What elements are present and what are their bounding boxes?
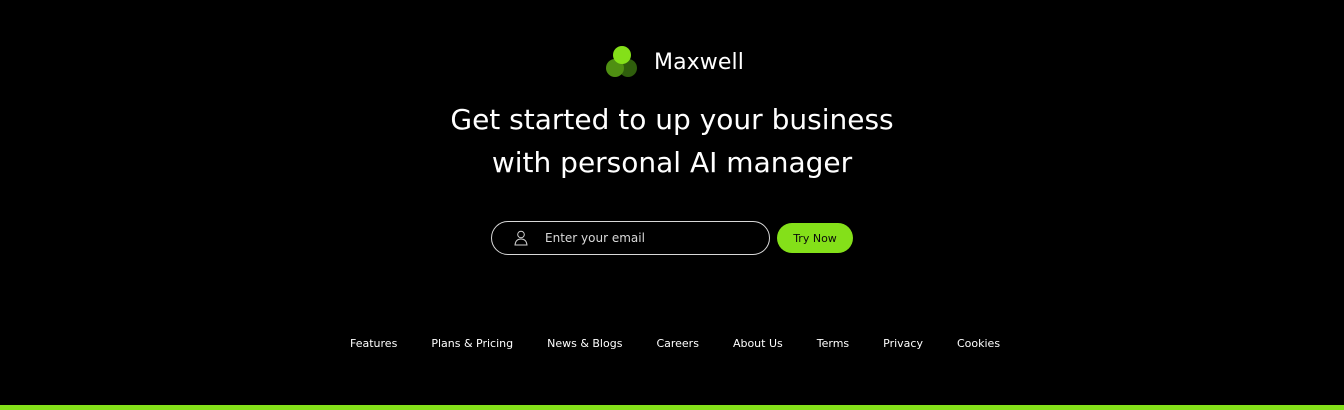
brand[interactable]: Maxwell: [606, 46, 744, 78]
footer-nav: Features Plans & Pricing News & Blogs Ca…: [350, 334, 1000, 352]
footer-link-about-us[interactable]: About Us: [733, 337, 783, 350]
page: Maxwell Get started to up your business …: [0, 0, 1344, 410]
page-headline: Get started to up your business with per…: [372, 98, 972, 184]
footer-link-cookies[interactable]: Cookies: [957, 337, 1000, 350]
footer-link-careers[interactable]: Careers: [656, 337, 699, 350]
logo-circle-light: [613, 46, 631, 64]
footer-link-terms[interactable]: Terms: [817, 337, 849, 350]
footer-link-features[interactable]: Features: [350, 337, 397, 350]
footer-link-privacy[interactable]: Privacy: [883, 337, 923, 350]
try-now-button[interactable]: Try Now: [777, 223, 853, 253]
headline-line-2: with personal AI manager: [491, 146, 853, 179]
headline-line-1: Get started to up your business: [450, 103, 894, 136]
brand-name: Maxwell: [654, 49, 744, 75]
user-icon: [514, 230, 528, 246]
footer-link-news-blogs[interactable]: News & Blogs: [547, 337, 622, 350]
email-field[interactable]: [491, 221, 770, 255]
email-input[interactable]: [545, 231, 745, 245]
accent-bar: [0, 405, 1344, 410]
footer-link-plans-pricing[interactable]: Plans & Pricing: [431, 337, 513, 350]
logo-icon: [606, 46, 638, 78]
